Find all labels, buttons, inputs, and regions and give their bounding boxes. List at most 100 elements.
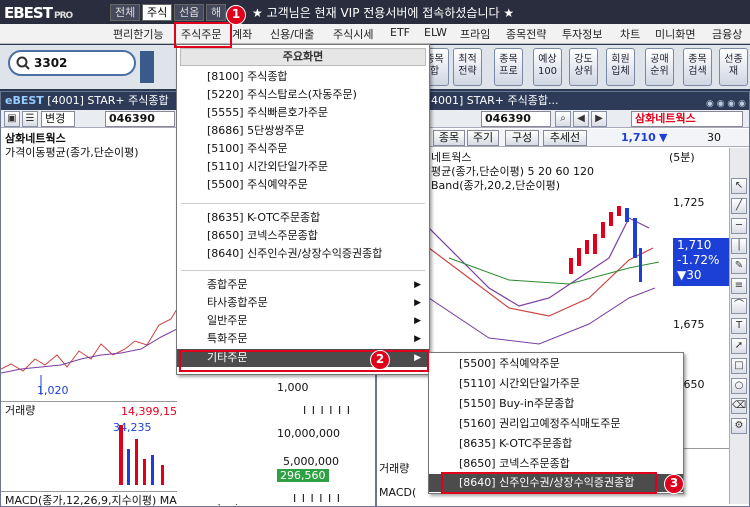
chevron-right-icon: ▶ [414,280,421,290]
menu-item-other-broker-order[interactable]: 타사종합주문 ▶ [177,294,429,312]
eraser-tool-icon[interactable]: ⌫ [731,398,747,414]
toolbar-scroll-icon[interactable] [140,51,154,83]
menu-item-8640[interactable]: [8640] 신주인수권/상장수익증권종합 [177,245,429,263]
settings-tool-icon[interactable]: ⚙ [731,418,747,434]
right-stock-name: 삼화네트웍스 [631,111,743,127]
menu-item-8635[interactable]: [8635] K-OTC주문종합 [177,209,429,227]
tab-futures-options[interactable]: 선옵 [174,4,205,21]
right-price: 1,710 [621,131,656,144]
hline-tool-icon[interactable]: ─ [731,218,747,234]
menu-stock-quote[interactable]: 주식시세 [333,26,373,42]
stock-order-dropdown: 주요화면 [8100] 주식종합 [5220] 주식스탑로스(자동주문) [55… [176,44,430,375]
menu-convenience[interactable]: 편리한기능 [113,26,164,42]
toolbar-btn-3[interactable]: 종목 프로 [494,48,523,86]
pen-tool-icon[interactable]: ✎ [731,258,747,274]
circle-tool-icon[interactable]: ○ [731,378,747,394]
submenu-item-5500[interactable]: [5500] 주식예약주문 [429,355,683,373]
text-tool-icon[interactable]: T [731,318,747,334]
menu-account[interactable]: 계좌 [232,26,252,42]
menu-credit-loan[interactable]: 신용/대출 [270,26,314,42]
left-volume-chart [119,425,164,485]
search-box[interactable]: 3302 [8,50,136,76]
chevron-right-icon: ▶ [414,334,421,344]
toolbar-btn-8[interactable]: 종목 검색 [683,48,712,86]
left-price-chart [1,308,177,395]
toolbar-btn-2[interactable]: 최적 전략 [453,48,482,86]
left-indicator-label: 가격이동평균(종가,단순이평) [5,146,139,159]
right-drawing-toolbar: ↖ ╱ ─ │ ✎ ≡ ⌒ T ➚ □ ○ ⌫ ⚙ [729,148,749,504]
menu-investment-info[interactable]: 투자정보 [562,26,602,42]
left-code-input[interactable]: 046390 [105,111,175,127]
submenu-item-8650[interactable]: [8650] 코넥스주문종합 [429,455,683,473]
menu-item-general-order[interactable]: 일반주문 ▶ [177,312,429,330]
search-small-icon[interactable]: ⌕ [555,111,571,127]
line-tool-icon[interactable]: ╱ [731,198,747,214]
menu-separator [181,203,425,204]
list-icon[interactable]: ☰ [22,111,38,127]
tab-trendline[interactable]: 추세선 [543,130,587,146]
left-macd-buttons[interactable]: I I I I I I [293,492,341,505]
submenu-item-8635[interactable]: [8635] K-OTC주문종합 [429,435,683,453]
submenu-item-5150[interactable]: [5150] Buy-in주문종합 [429,395,683,413]
next-icon[interactable]: ▶ [591,111,607,127]
toolbar-btn-6[interactable]: 회원 입체 [606,48,635,86]
menu-item-5110[interactable]: [5110] 시간외단일가주문 [177,158,429,176]
toolbar-btn-9[interactable]: 선종 재 [719,48,748,86]
tab-all[interactable]: 전체 [110,4,141,21]
arc-tool-icon[interactable]: ⌒ [731,298,747,314]
right-code-input[interactable]: 046390 [481,111,551,127]
menu-strategy[interactable]: 종목전략 [506,26,546,42]
menu-item-integrated-order[interactable]: 종합주문 ▶ [177,276,429,294]
window-controls-icon[interactable]: ◉ ◉ ◉ ◉ [706,95,746,110]
arrow-tool-icon[interactable]: ➚ [731,338,747,354]
menu-section-header: 주요화면 [180,48,426,66]
search-input[interactable]: 3302 [34,56,67,70]
menu-separator [181,270,425,271]
menu-etf[interactable]: ETF [390,26,410,39]
pointer-tool-icon[interactable]: ↖ [731,178,747,194]
menu-prime[interactable]: 프라임 [460,26,490,42]
title-bar: EBEST PRO 전체 주식 선옵 해 ★ 고객님은 현재 VIP 전용서버에 … [0,0,750,24]
left-volume-axis-1: 10,000,000 [277,427,340,440]
menu-bar: 편리한기능 주식주문 계좌 신용/대출 주식시세 ETF ELW 프라임 종목전… [0,24,750,44]
fibo-tool-icon[interactable]: ≡ [731,278,747,294]
right-window-controls: 046390 ⌕ ◀ ▶ 삼화네트웍스 [377,110,749,128]
app-logo: EBEST PRO [4,4,73,22]
lock-icon[interactable]: ▣ [4,111,20,127]
left-mode-combo[interactable]: 변경 [41,111,75,127]
tab-period[interactable]: 주기 [467,130,499,146]
tab-item[interactable]: 종목 [433,130,465,146]
menu-chart[interactable]: 차트 [620,26,640,42]
right-price-chart [429,206,660,345]
menu-elw[interactable]: ELW [424,26,447,39]
menu-item-8650[interactable]: [8650] 코넥스주문종합 [177,227,429,245]
left-volume-buttons[interactable]: I I I I I I [303,404,351,417]
tab-overseas[interactable]: 해 [206,4,227,21]
right-price-tag: 1,710 -1.72% ▼30 [673,238,729,286]
menu-item-8100[interactable]: [8100] 주식종합 [177,68,429,86]
chevron-right-icon: ▶ [414,298,421,308]
left-chart-area: 삼화네트웍스 가격이동평균(종가,단순이평) 1,020 거래량 14,399,… [1,129,249,507]
menu-item-5500[interactable]: [5500] 주식예약주문 [177,176,429,194]
toolbar-btn-7[interactable]: 공매 순위 [645,48,674,86]
menu-mini-screen[interactable]: 미니화면 [655,26,695,42]
rect-tool-icon[interactable]: □ [731,358,747,374]
step-badge-2: 2 [370,350,390,370]
server-notice: ★ 고객님은 현재 VIP 전용서버에 접속하셨습니다 ★ [252,6,515,20]
highlight-box-3 [441,472,657,494]
submenu-item-5160[interactable]: [5160] 권리입고예정주식매도주문 [429,415,683,433]
tab-stock[interactable]: 주식 [142,4,173,21]
vline-tool-icon[interactable]: │ [731,238,747,254]
toolbar-btn-5[interactable]: 강도 상위 [569,48,598,86]
menu-item-special-order[interactable]: 특화주문 ▶ [177,330,429,348]
right-window-title: 4001] STAR+ 주식종합... ◉ ◉ ◉ ◉ [377,92,749,110]
menu-item-5220[interactable]: [5220] 주식스탑로스(자동주문) [177,86,429,104]
submenu-item-5110[interactable]: [5110] 시간외단일가주문 [429,375,683,393]
menu-item-5555[interactable]: [5555] 주식빠른호가주문 [177,104,429,122]
menu-finance[interactable]: 금융상 [712,26,742,42]
menu-item-8686[interactable]: [8686] 5단쌍쌍주문 [177,122,429,140]
prev-icon[interactable]: ◀ [573,111,589,127]
toolbar-btn-4[interactable]: 예상 100 [533,48,562,86]
menu-item-5100[interactable]: [5100] 주식주문 [177,140,429,158]
tab-compose[interactable]: 구성 [505,130,539,146]
